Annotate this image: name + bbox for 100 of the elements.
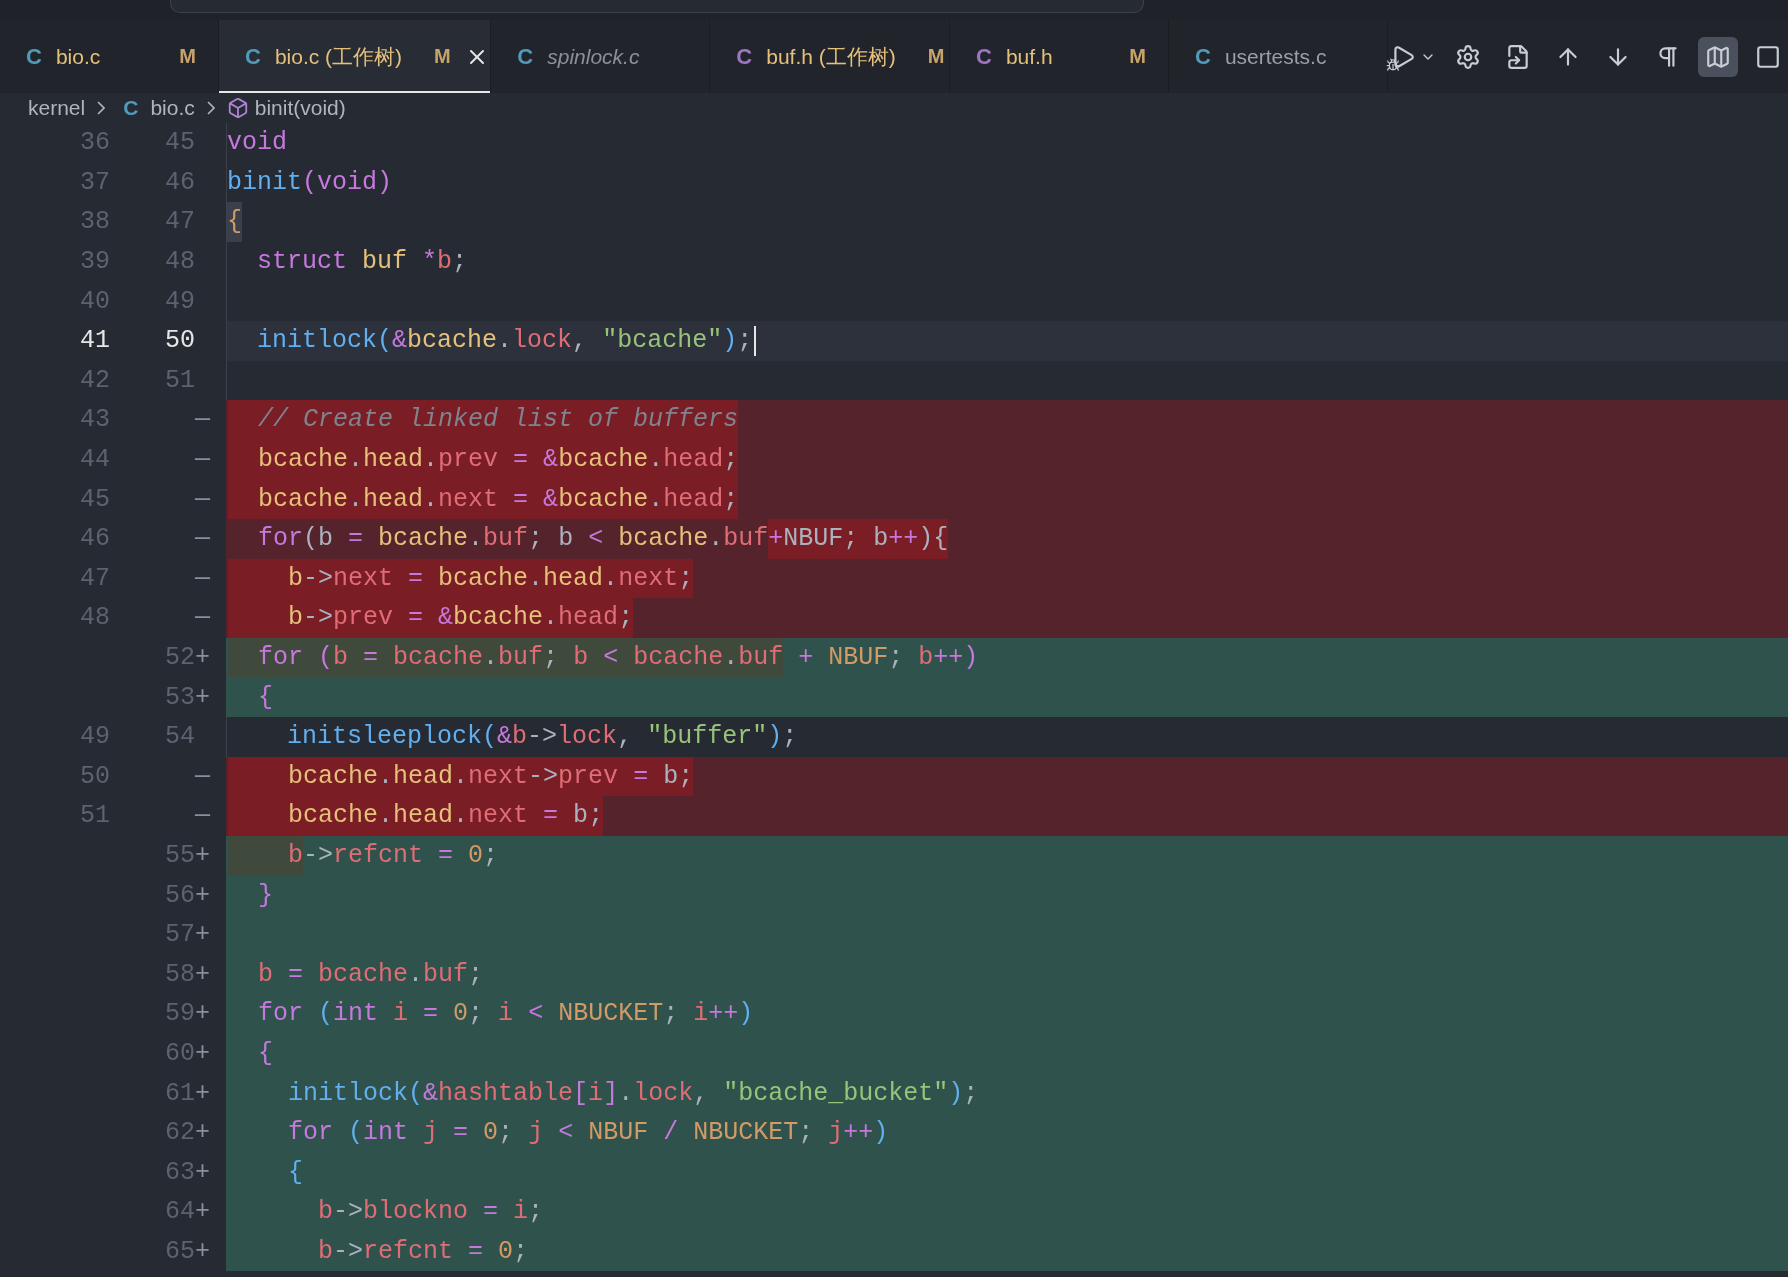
diff-sign: + [195, 1118, 211, 1148]
diff-sign: — [195, 761, 211, 791]
line-number: 45 [164, 128, 195, 158]
breadcrumb-item[interactable]: kernel [28, 96, 86, 120]
line-number: 40 [79, 286, 110, 316]
settings-icon [1455, 43, 1481, 70]
tab-label: buf.h [1005, 44, 1054, 69]
line-number: 44 [79, 445, 110, 475]
diff-sign: + [195, 920, 211, 950]
code-line: for(b = bcache.buf; b < bcache.buf+NBUF; b++){ [228, 518, 949, 559]
line-number: 59 [164, 999, 195, 1029]
line-number: 37 [79, 167, 110, 197]
file-type-icon: C [976, 43, 992, 70]
cube-icon [226, 97, 249, 119]
file-type-icon: C [736, 43, 753, 70]
code-line: initsleeplock(&b->lock, "buffer"); [286, 721, 798, 754]
line-number: 51 [164, 365, 195, 395]
chevron-icon [97, 101, 106, 115]
line-number: 53 [164, 682, 195, 712]
tab-label: usertests.c [1224, 44, 1328, 69]
diff-sign: — [195, 405, 211, 435]
status-label: M [434, 45, 451, 68]
file-type-icon: C [245, 43, 261, 70]
line-number: 36 [79, 128, 110, 158]
status-label: M [1129, 45, 1146, 68]
line-number: 39 [79, 247, 110, 277]
code-line: b->blockno = i; [317, 1196, 544, 1229]
square-icon [1755, 43, 1781, 70]
code-line: b->refcnt = 0; [317, 1235, 529, 1268]
diff-sign: + [195, 1038, 211, 1068]
diff-sign: + [195, 1157, 211, 1187]
text-cursor [754, 325, 757, 356]
line-number: 47 [164, 207, 195, 237]
line-number: 65 [164, 1236, 195, 1266]
line-number: 49 [79, 722, 110, 752]
file-type-icon: C [517, 43, 534, 70]
code-line: for (int i = 0; i < NBUCKET; i++) [257, 998, 754, 1031]
map-icon [1705, 43, 1731, 70]
code-line: b->refcnt = 0; [228, 835, 499, 876]
breadcrumb-item[interactable]: bio.c [150, 96, 195, 120]
line-number: 58 [164, 959, 195, 989]
file-type-icon: C [26, 43, 42, 70]
line-number: 55 [164, 841, 195, 870]
line-number: 51 [79, 801, 110, 831]
line-number: 50 [79, 761, 110, 791]
diff-sign: + [195, 841, 211, 870]
line-number: 42 [79, 365, 110, 395]
code-line: struct buf *b; [256, 246, 468, 279]
breadcrumb-item[interactable]: binit(void) [254, 96, 346, 120]
tab-label: bio.c (工作树) [274, 43, 403, 70]
line-number: 49 [164, 286, 195, 316]
toolbar-button[interactable] [1698, 36, 1738, 77]
line-number: 43 [79, 405, 110, 435]
line-number: 60 [164, 1038, 195, 1068]
line-number: 47 [79, 563, 110, 593]
diff-sign: — [195, 484, 211, 514]
chevron-icon [206, 101, 215, 115]
diff-sign: + [195, 1197, 211, 1227]
code-line: initlock(&hashtable[i].lock, "bcache_bucket"); [287, 1077, 979, 1110]
file-type-icon: C [1195, 43, 1211, 70]
diff-sign: + [195, 1236, 211, 1266]
file-icon [1505, 43, 1531, 70]
line-number: 57 [164, 920, 195, 950]
line-number: 48 [79, 603, 110, 633]
status-label: M [927, 45, 945, 68]
tab-label: buf.h (工作树) [766, 43, 896, 70]
line-number: 54 [164, 722, 195, 752]
diff-sign: — [195, 801, 211, 831]
line-number: 56 [164, 880, 195, 910]
diff-sign: — [195, 603, 211, 633]
diff-sign: + [195, 999, 211, 1029]
editor-tab[interactable]: C bio.c (工作树) M [219, 20, 492, 93]
line-number: 62 [164, 1118, 195, 1148]
status-label: M [179, 45, 196, 68]
diff-sign: + [195, 959, 211, 989]
code-line: { [257, 1037, 273, 1070]
diff-sign: + [195, 682, 211, 712]
diff-sign: + [195, 643, 211, 672]
file-type-icon: C [123, 96, 139, 120]
code-line: initlock(&bcache.lock, "bcache"); [256, 325, 753, 358]
line-number: 52 [164, 643, 195, 672]
code-line: for (int j = 0; j < NBUF / NBUCKET; j++) [287, 1117, 889, 1150]
line-number: 64 [164, 1197, 195, 1227]
code-line: void [227, 127, 287, 160]
line-number: 61 [164, 1078, 195, 1108]
line-number: 41 [79, 326, 110, 356]
line-number: 50 [164, 326, 195, 356]
code-line: } [257, 879, 273, 912]
line-number: 38 [79, 207, 110, 237]
code-line: { [287, 1156, 303, 1189]
line-number: 45 [79, 484, 110, 514]
diff-sign: + [195, 880, 211, 910]
line-number: 63 [164, 1157, 195, 1187]
line-number: 46 [164, 167, 195, 197]
line-number: 48 [164, 247, 195, 277]
code-line: b = bcache.buf; [257, 958, 484, 991]
tab-label: spinlock.c [547, 44, 641, 69]
diff-sign: — [195, 445, 211, 475]
diff-sign: — [195, 563, 211, 593]
diff-sign: + [195, 1078, 211, 1108]
